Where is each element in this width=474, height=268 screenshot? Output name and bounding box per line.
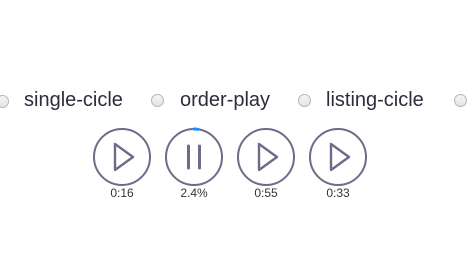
player-progress-2: 2.4% (180, 186, 208, 200)
play-icon (113, 142, 135, 172)
player-time-1: 0:16 (110, 186, 134, 200)
radio-partial-right[interactable] (454, 94, 467, 107)
player-ring-2 (165, 128, 223, 186)
player-time-3: 0:55 (254, 186, 278, 200)
player-button-3[interactable] (236, 127, 296, 187)
audio-player-4[interactable]: 0:33 (308, 127, 368, 207)
player-ring-3 (237, 128, 295, 186)
player-ring-4 (309, 128, 367, 186)
radio-order-play[interactable] (151, 94, 164, 107)
radio-listing-cicle[interactable] (298, 94, 311, 107)
audio-player-1[interactable]: 0:16 (92, 127, 152, 207)
pause-icon (187, 144, 201, 170)
player-ring-1 (93, 128, 151, 186)
play-icon (329, 142, 351, 172)
label-single-cicle[interactable]: single-cicle (24, 88, 123, 112)
player-button-2[interactable] (164, 127, 224, 187)
player-time-4: 0:33 (326, 186, 350, 200)
audio-player-3[interactable]: 0:55 (236, 127, 296, 207)
label-order-play[interactable]: order-play (180, 88, 270, 112)
radio-partial-left[interactable] (0, 95, 9, 108)
label-listing-cicle[interactable]: listing-cicle (326, 88, 424, 112)
audio-player-2[interactable]: 2.4% (164, 127, 224, 207)
player-button-1[interactable] (92, 127, 152, 187)
play-icon (257, 142, 279, 172)
player-button-4[interactable] (308, 127, 368, 187)
